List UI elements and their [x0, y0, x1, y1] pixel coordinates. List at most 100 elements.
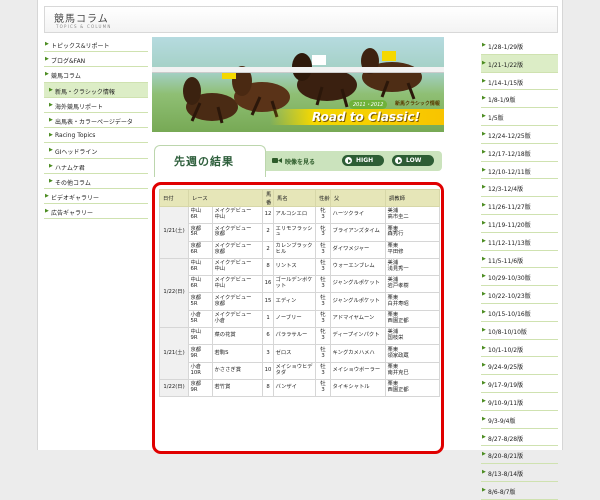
archive-link-label: 8/27-8/28版	[488, 435, 524, 443]
table-cell: 8	[262, 257, 275, 277]
archive-link[interactable]: ▶ 8/6-8/7版	[481, 482, 558, 500]
archive-link[interactable]: ▶ 11/12-11/13版	[481, 233, 558, 251]
table-cell: 牡 3	[315, 292, 332, 311]
archive-link[interactable]: ▶ 12/3-12/4版	[481, 179, 558, 198]
banner-sublabel: 新馬クラシック情報	[395, 101, 440, 107]
sidebar-item[interactable]: ▶ その他コラム	[44, 174, 148, 189]
archive-link[interactable]: ▶ 10/22-10/23版	[481, 286, 558, 304]
table-cell: ディープインパクト	[330, 327, 387, 346]
arrow-right-icon: ▶	[49, 116, 53, 123]
table-cell: カレンブラックヒル	[273, 240, 317, 259]
arrow-right-icon: ▶	[482, 344, 486, 351]
archive-link[interactable]: ▶ 12/17-12/18版	[481, 144, 558, 162]
archive-link[interactable]: ▶ 8/27-8/28版	[481, 429, 558, 447]
table-cell: 牡 3	[315, 344, 332, 363]
sidebar-item[interactable]: ▶ ハナムケ君	[44, 159, 148, 174]
table-cell: 牡 3	[315, 361, 332, 380]
table-row: 1/22(日) 中山 6R メイクデビュー 中山 8 リントス牡 3 ウォーエンブレム 美浦…	[159, 257, 441, 329]
archive-link-label: 1/21-1/22版	[488, 61, 524, 69]
sidebar-item[interactable]: ▶ 広告ギャラリー	[44, 204, 148, 220]
archive-link[interactable]: ▶ 10/29-10/30版	[481, 268, 558, 287]
column-header: 馬番	[262, 189, 275, 207]
archive-link-label: 8/13-8/14版	[488, 471, 524, 479]
play-icon	[345, 157, 352, 164]
archive-link[interactable]: ▶ 10/8-10/10版	[481, 322, 558, 340]
arrow-right-icon: ▶	[482, 184, 486, 191]
arrow-right-icon: ▶	[482, 59, 486, 66]
archive-link[interactable]: ▶ 1/5版	[481, 108, 558, 126]
sidebar-item[interactable]: ▶ Racing Topics	[44, 128, 148, 144]
high-quality-button[interactable]: HIGH	[342, 155, 384, 166]
table-row: 中山 6R メイクデビュー 中山 16 ゴールデンボケット牡 3 ジャングルポケット 美浦…	[160, 275, 441, 294]
table-row: 京都 5R メイクデビュー 京都 2 エリモフラッシュ牝 3 ブライアンズタイム 栗東 森…	[160, 223, 441, 242]
archive-link[interactable]: ▶ 11/5-11/6版	[481, 251, 558, 269]
arrow-right-icon: ▶	[482, 469, 486, 476]
archive-link[interactable]: ▶ 1/8-1/9版	[481, 90, 558, 109]
sidebar-item[interactable]: ▶ ビデオギャラリー	[44, 189, 148, 205]
arrow-right-icon: ▶	[482, 326, 486, 333]
archive-link[interactable]: ▶ 1/14-1/15版	[481, 73, 558, 91]
archive-link[interactable]: ▶ 12/10-12/11版	[481, 162, 558, 180]
archive-link[interactable]: ▶ 10/15-10/16版	[481, 304, 558, 322]
sidebar-item[interactable]: ▶ 新馬・クラシック情報	[44, 82, 148, 98]
column-header: 馬名	[273, 189, 317, 207]
archive-link[interactable]: ▶ 9/17-9/19版	[481, 375, 558, 393]
table-row: 1/21(土) 中山 6R メイクデビュー 中山 12 アルコシエロ牝 3 ハーツクライ美…	[159, 205, 441, 259]
archive-link[interactable]: ▶ 11/26-11/27版	[481, 197, 558, 215]
race-date: 1/22(日)	[159, 378, 189, 398]
arrow-right-icon: ▶	[482, 219, 486, 226]
archive-link[interactable]: ▶ 8/20-8/21版	[481, 446, 558, 465]
play-icon	[395, 157, 402, 164]
race-date: 1/21(土)	[159, 327, 189, 380]
arrow-right-icon: ▶	[49, 86, 53, 93]
archive-link[interactable]: ▶ 1/21-1/22版	[481, 54, 558, 73]
table-row: 小倉 5R メイクデビュー 小倉 1 ノーブリー牝 3 アドマイヤムーン 栗東 西園正都	[160, 309, 441, 329]
table-cell: 美浦 国枝栄	[385, 327, 441, 346]
season-badge: 2011・2012	[349, 100, 388, 109]
table-cell: 3	[262, 344, 275, 363]
sidebar-item-label: ブログ&FAN	[51, 58, 86, 66]
arrow-right-icon: ▶	[482, 42, 486, 48]
arrow-right-icon: ▶	[482, 202, 486, 209]
table-row: 京都 9R 若駒S 3 ゼロス牡 3 キングカメハメハ 栗東 領家政蔵	[160, 344, 441, 363]
right-sidebar: ▶ 1/28-1/29版 ▶ 1/21-1/22版 ▶ 1/14-1/15版 ▶ 1/8-1/…	[481, 37, 558, 500]
table-cell: 1	[262, 309, 275, 329]
table-cell: メイクデビュー 京都	[211, 292, 264, 311]
archive-link[interactable]: ▶ 11/19-11/20版	[481, 215, 558, 233]
sidebar-item[interactable]: ▶ 海外競馬リポート	[44, 98, 148, 113]
archive-link-label: 8/20-8/21版	[488, 453, 524, 461]
arrow-right-icon: ▶	[45, 71, 49, 78]
table-cell: 2	[262, 223, 275, 242]
race-date: 1/22(日)	[159, 257, 189, 329]
table-cell: 栗東 領家政蔵	[385, 344, 441, 363]
archive-link-label: 10/1-10/2版	[488, 346, 524, 354]
archive-link[interactable]: ▶ 9/24-9/25版	[481, 357, 558, 376]
archive-link[interactable]: ▶ 8/13-8/14版	[481, 464, 558, 482]
main-content: 2011・2012 新馬クラシック情報 Road to Classic! 先週の…	[152, 37, 444, 454]
archive-link[interactable]: ▶ 9/10-9/11版	[481, 393, 558, 411]
column-header: 日付	[159, 189, 189, 207]
sidebar-item[interactable]: ▶ トピックス&リポート	[44, 37, 148, 53]
archive-link[interactable]: ▶ 9/3-9/4版	[481, 411, 558, 429]
arrow-right-icon: ▶	[482, 77, 486, 84]
archive-link-label: 10/29-10/30版	[488, 275, 531, 283]
low-quality-button[interactable]: LOW	[392, 155, 434, 166]
archive-link[interactable]: ▶ 10/1-10/2版	[481, 340, 558, 358]
sidebar-item[interactable]: ▶ ブログ&FAN	[44, 52, 148, 68]
table-cell: 栗東 平田修	[385, 240, 441, 259]
table-cell: キングカメハメハ	[330, 344, 387, 363]
archive-link-label: 12/3-12/4版	[488, 186, 524, 194]
sidebar-item-label: 競馬コラム	[51, 73, 81, 81]
sidebar-item[interactable]: ▶ 競馬コラム	[44, 67, 148, 83]
archive-link[interactable]: ▶ 12/24-12/25版	[481, 126, 558, 144]
archive-link-label: 12/10-12/11版	[488, 168, 531, 176]
archive-link-label: 8/6-8/7版	[488, 488, 516, 496]
table-cell: 16	[262, 275, 275, 294]
table-cell: メイクデビュー 京都	[211, 240, 264, 259]
sidebar-item[interactable]: ▶ GIヘッドライン	[44, 143, 148, 159]
table-cell: 小倉 5R	[188, 309, 213, 329]
archive-link[interactable]: ▶ 1/28-1/29版	[481, 37, 558, 55]
sidebar-item[interactable]: ▶ 出馬表・カラーページデータ	[44, 113, 148, 129]
arrow-right-icon: ▶	[49, 132, 53, 139]
sidebar-item-label: その他コラム	[55, 179, 91, 187]
